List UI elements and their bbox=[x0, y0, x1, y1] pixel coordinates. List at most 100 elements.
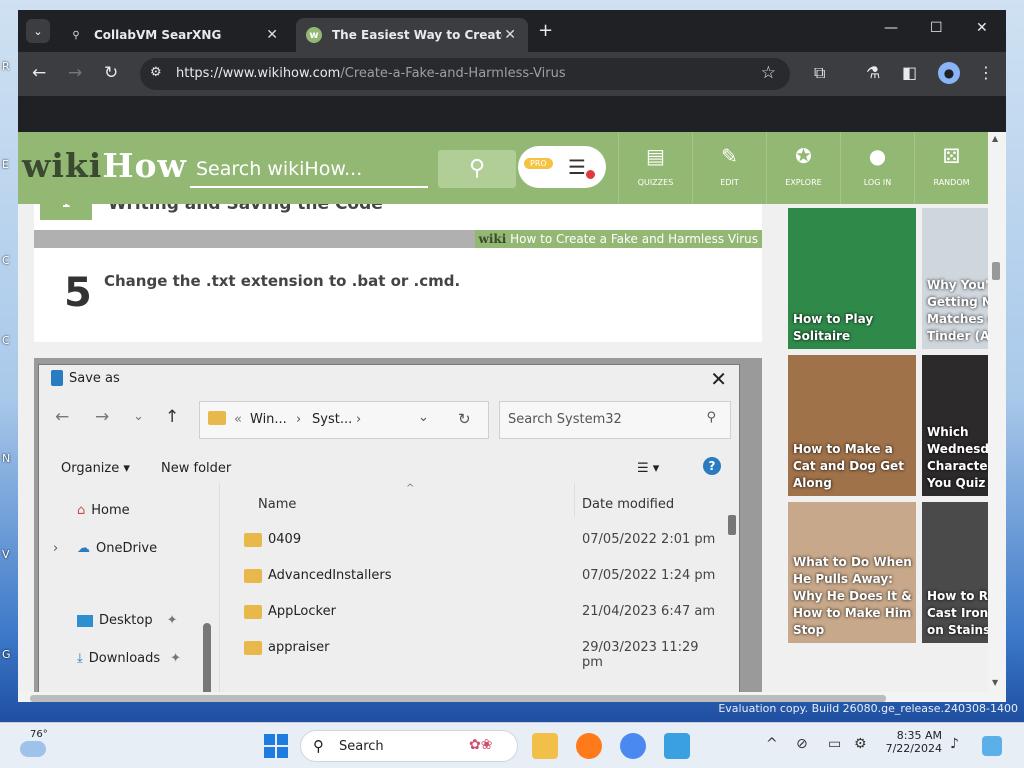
weather-widget[interactable]: 76° bbox=[18, 729, 48, 763]
show-hidden-icons-icon[interactable]: ^ bbox=[766, 736, 778, 752]
reload-icon[interactable]: ↻ bbox=[104, 63, 118, 83]
up-arrow-icon[interactable]: ↑ bbox=[165, 407, 179, 427]
nav-log-in[interactable]: ● LOG IN bbox=[840, 132, 914, 204]
desktop-icon-label[interactable]: G bbox=[2, 648, 11, 661]
labs-flask-icon[interactable]: ⚗ bbox=[866, 63, 880, 82]
scroll-thumb[interactable] bbox=[992, 262, 1000, 280]
column-date-modified[interactable]: Date modified bbox=[582, 497, 674, 512]
new-folder-button[interactable]: New folder bbox=[161, 461, 231, 476]
windows-start-icon[interactable] bbox=[264, 734, 288, 758]
file-explorer-icon[interactable] bbox=[532, 733, 558, 759]
nav-label: Downloads bbox=[88, 651, 161, 666]
forward-arrow-icon[interactable]: → bbox=[95, 407, 109, 427]
tab-title: The Easiest Way to Create a Fa bbox=[332, 28, 502, 42]
url-path: /Create-a-Fake-and-Harmless-Virus bbox=[340, 66, 566, 81]
nav-random[interactable]: ⚄ RANDOM bbox=[914, 132, 988, 204]
desktop-icon-label[interactable]: C bbox=[2, 334, 10, 347]
wikihow-search-button[interactable]: ⚲ bbox=[438, 150, 516, 188]
file-row[interactable]: AdvancedInstallers 07/05/2022 1:24 pm bbox=[220, 559, 720, 595]
system-clock[interactable]: 8:35 AM 7/22/2024 bbox=[880, 729, 942, 755]
address-bar[interactable]: ⚙ https://www.wikihow.com/Create-a-Fake-… bbox=[140, 58, 790, 90]
nav-quizzes[interactable]: ▤ QUIZZES bbox=[618, 132, 692, 204]
close-tab-icon[interactable]: ✕ bbox=[266, 27, 278, 43]
file-list-scrollbar[interactable] bbox=[728, 515, 736, 535]
minimize-icon[interactable]: — bbox=[884, 20, 898, 36]
close-window-icon[interactable]: ✕ bbox=[976, 20, 988, 36]
path-segment[interactable]: Win... bbox=[250, 412, 287, 427]
nav-item-onedrive[interactable]: ☁ OneDrive bbox=[77, 541, 157, 556]
bookmark-star-icon[interactable]: ☆ bbox=[761, 63, 776, 83]
firefox-icon[interactable] bbox=[576, 733, 602, 759]
related-articles: How to Play Solitaire Why You're Getting… bbox=[788, 204, 1006, 702]
desktop-icon-label[interactable]: C bbox=[2, 254, 10, 267]
desktop-icon-label[interactable]: V bbox=[2, 548, 10, 561]
file-date: 29/03/2023 11:29 pm bbox=[582, 640, 699, 670]
page-vertical-scrollbar[interactable]: ▲ ▼ bbox=[988, 132, 1006, 692]
nav-explore[interactable]: ✪ EXPLORE bbox=[766, 132, 840, 204]
extensions-icon[interactable]: ⧉ bbox=[814, 63, 825, 83]
refresh-icon[interactable]: ↻ bbox=[458, 410, 471, 428]
device-icon[interactable]: ▭ bbox=[828, 736, 841, 752]
overflow-chevrons-icon[interactable]: « bbox=[234, 412, 242, 427]
file-row[interactable]: 0409 07/05/2022 2:01 pm bbox=[220, 523, 720, 559]
help-icon[interactable]: ? bbox=[703, 457, 721, 475]
copilot-icon[interactable] bbox=[982, 736, 1002, 756]
side-panel-icon[interactable]: ◧ bbox=[902, 63, 917, 82]
page-horizontal-scrollbar[interactable] bbox=[18, 692, 1006, 702]
file-name: 0409 bbox=[268, 532, 302, 547]
organize-menu[interactable]: Organize ▾ bbox=[61, 461, 130, 476]
profile-avatar-icon[interactable]: ● bbox=[938, 62, 960, 84]
scroll-up-icon[interactable]: ▲ bbox=[992, 134, 998, 143]
desktop-icon-label[interactable]: R bbox=[2, 60, 10, 73]
nav-item-desktop[interactable]: Desktop ✦ bbox=[77, 613, 178, 628]
scroll-down-icon[interactable]: ▼ bbox=[992, 678, 998, 687]
search-highlight-icon: ✿❀ bbox=[469, 737, 493, 753]
close-tab-icon[interactable]: ✕ bbox=[504, 27, 516, 43]
site-settings-icon[interactable]: ⚙ bbox=[150, 65, 162, 80]
close-icon[interactable]: ✕ bbox=[710, 367, 727, 391]
chrome-icon[interactable] bbox=[620, 733, 646, 759]
tab-wikihow[interactable]: w The Easiest Way to Create a Fa ✕ bbox=[296, 18, 528, 52]
accessibility-icon[interactable]: ⚙ bbox=[854, 736, 867, 752]
nav-item-home[interactable]: ⌂ Home bbox=[77, 503, 130, 518]
nav-item-downloads[interactable]: ⤓ Downloads ✦ bbox=[77, 651, 181, 666]
file-row[interactable]: appraiser 29/03/2023 11:29 pm bbox=[220, 631, 720, 670]
url-text[interactable]: https://www.wikihow.com/Create-a-Fake-an… bbox=[176, 66, 566, 81]
url-host: https://www.wikihow.com bbox=[176, 66, 341, 81]
path-segment[interactable]: Syst... bbox=[312, 412, 352, 427]
path-bar[interactable]: « Win... › Syst... › ⌄ ↻ bbox=[199, 401, 489, 439]
related-card[interactable]: How to Make a Cat and Dog Get Along bbox=[788, 355, 916, 496]
more-menu-icon[interactable]: ⋮ bbox=[978, 63, 994, 82]
related-card[interactable]: What to Do When He Pulls Away: Why He Do… bbox=[788, 502, 916, 643]
logo-how: How bbox=[102, 146, 187, 185]
file-row[interactable]: AppLocker 21/04/2023 6:47 am bbox=[220, 595, 720, 631]
wikihow-logo[interactable]: wikiHow bbox=[22, 146, 187, 185]
column-name[interactable]: Name bbox=[258, 497, 296, 512]
pro-menu-button[interactable]: PRO ☰ bbox=[518, 146, 606, 188]
tab-search-button[interactable]: ⌄ bbox=[26, 19, 50, 43]
expand-chevron-icon[interactable]: › bbox=[53, 541, 58, 556]
nav-scrollbar[interactable] bbox=[203, 623, 211, 702]
tab-collabvm-searxng[interactable]: ⚲ CollabVM SearXNG ✕ bbox=[58, 18, 290, 52]
nav-edit[interactable]: ✎ EDIT bbox=[692, 132, 766, 204]
search-field[interactable]: Search System32 ⚲ bbox=[499, 401, 731, 439]
forward-arrow-icon[interactable]: → bbox=[68, 63, 82, 83]
notepad-icon[interactable] bbox=[664, 733, 690, 759]
network-icon[interactable]: ⊘ bbox=[796, 736, 808, 752]
back-arrow-icon[interactable]: ← bbox=[55, 407, 69, 427]
pin-icon: ✦ bbox=[166, 613, 178, 628]
related-card[interactable]: How to Play Solitaire bbox=[788, 208, 916, 349]
taskbar-search[interactable]: ⚲ Search ✿❀ bbox=[300, 730, 518, 762]
maximize-icon[interactable]: ☐ bbox=[930, 20, 943, 36]
desktop-icon-label[interactable]: N bbox=[2, 452, 10, 465]
scroll-thumb[interactable] bbox=[30, 695, 886, 702]
notification-bell-icon[interactable]: ♪ bbox=[950, 736, 959, 752]
back-arrow-icon[interactable]: ← bbox=[32, 63, 46, 83]
new-tab-plus-icon[interactable]: + bbox=[538, 20, 553, 41]
wikihow-search-input[interactable]: Search wikiHow... bbox=[190, 150, 428, 188]
view-options-icon[interactable]: ☰ ▾ bbox=[637, 461, 659, 476]
path-dropdown-icon[interactable]: ⌄ bbox=[418, 410, 429, 425]
navigation-pane: ⌂ Home › ☁ OneDrive Desktop ✦ ⤓ Downloads ✦ bbox=[39, 483, 219, 702]
desktop-icon-label[interactable]: E bbox=[2, 158, 9, 171]
recent-chevron-icon[interactable]: ⌄ bbox=[133, 409, 144, 424]
